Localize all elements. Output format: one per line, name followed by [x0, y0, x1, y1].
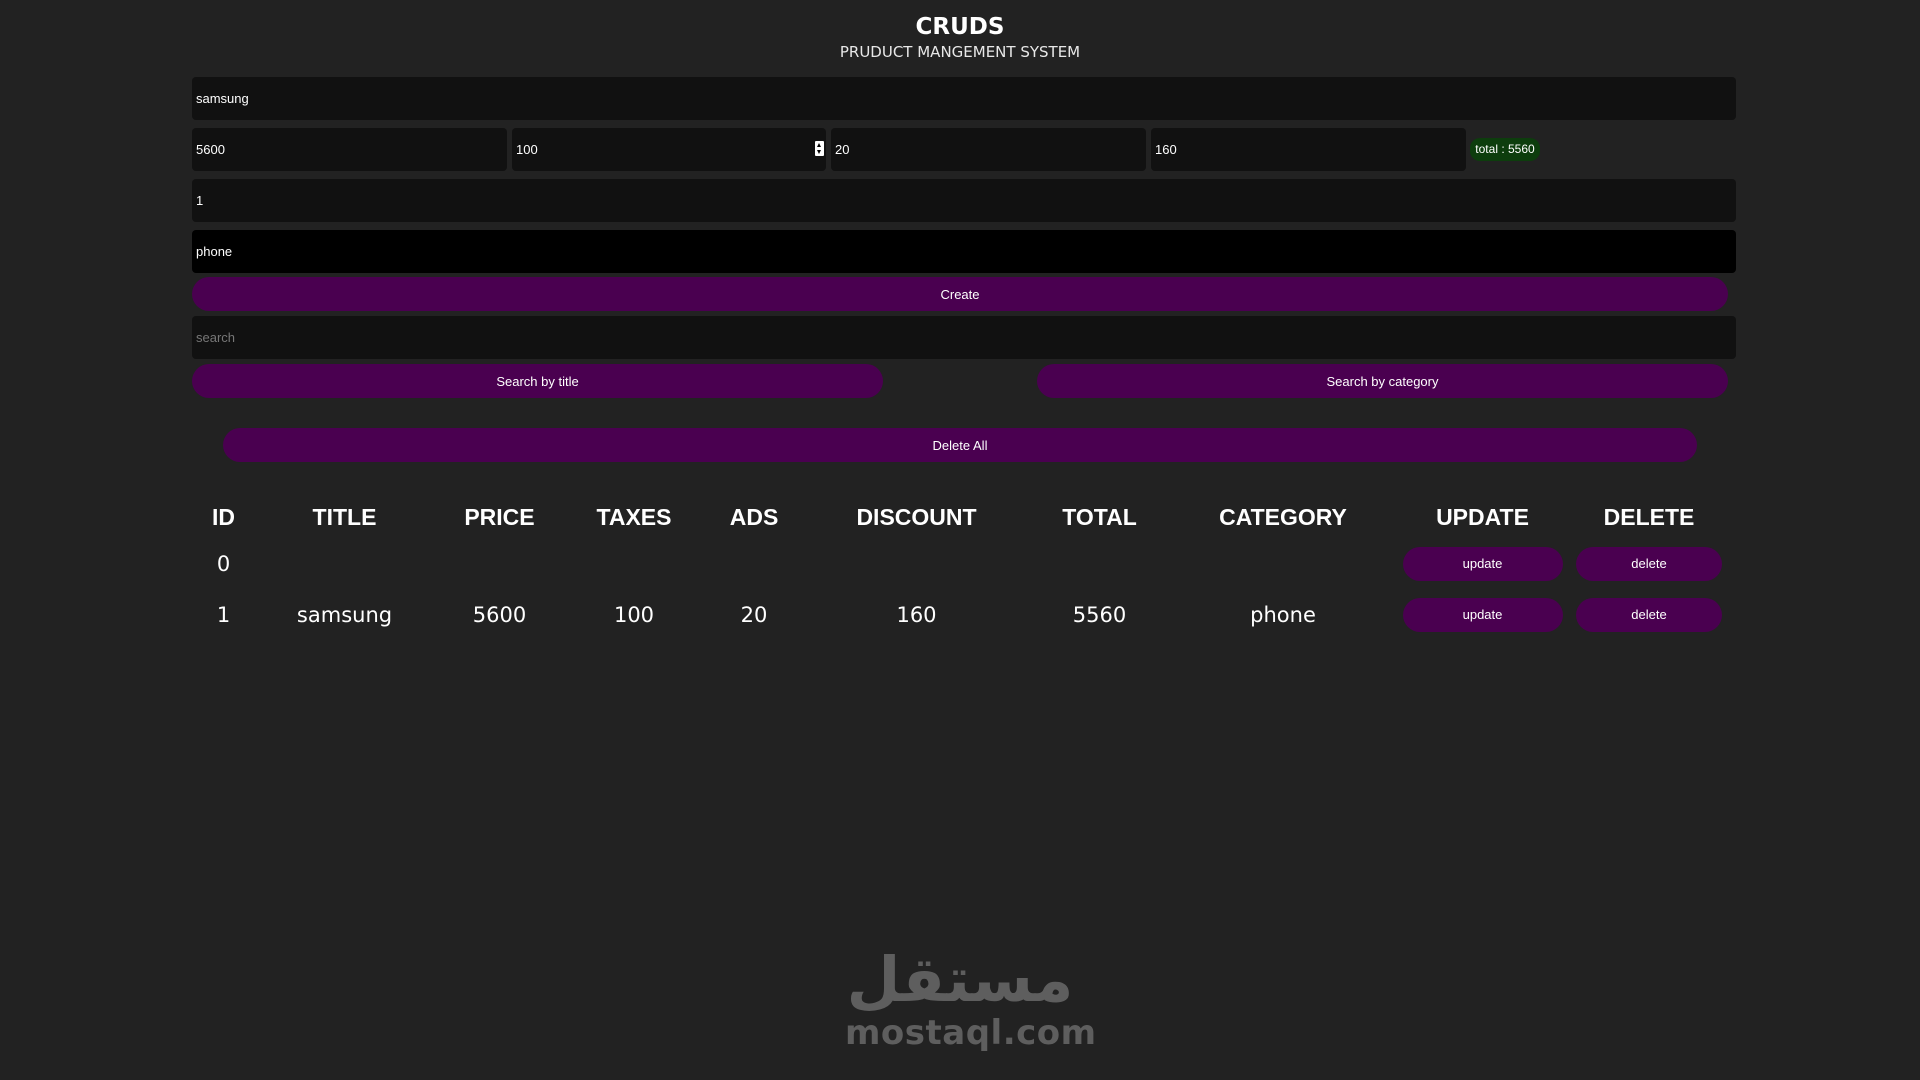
search-input[interactable]: [192, 316, 1736, 359]
cell-discount: 160: [896, 602, 937, 627]
search-by-category-button[interactable]: Search by category: [1037, 364, 1728, 398]
delete-button[interactable]: delete: [1576, 546, 1722, 581]
cell-title: [255, 538, 434, 589]
cell-total: 5560: [1072, 602, 1127, 627]
header-title: TITLE: [312, 503, 377, 530]
header-ads: ADS: [729, 503, 779, 530]
header-price: PRICE: [464, 503, 535, 530]
products-table: ID TITLE PRICE TAXES ADS DISCOUNT TOTAL …: [192, 496, 1728, 640]
cell-update: update: [1395, 538, 1570, 589]
table-row: 0 update delete: [192, 538, 1728, 589]
watermark-arabic: مستقل: [846, 943, 1074, 1016]
cell-taxes: 100: [613, 602, 655, 627]
header-discount: DISCOUNT: [856, 503, 977, 530]
update-button[interactable]: update: [1402, 546, 1563, 581]
category-input[interactable]: [192, 230, 1736, 273]
cell-id: 0: [216, 551, 231, 576]
app-title: CRUDS: [915, 14, 1005, 40]
cell-total: [1028, 538, 1171, 589]
cell-update: update: [1395, 589, 1570, 640]
app-subtitle: PRUDUCT MANGEMENT SYSTEM: [839, 43, 1081, 61]
cell-ads: [703, 538, 805, 589]
header-delete: DELETE: [1603, 503, 1695, 530]
search-by-title-button[interactable]: Search by title: [192, 364, 883, 398]
table-header-row: ID TITLE PRICE TAXES ADS DISCOUNT TOTAL …: [192, 496, 1728, 538]
cell-title: samsung: [296, 602, 393, 627]
ads-input[interactable]: [831, 128, 1146, 171]
cell-delete: delete: [1570, 538, 1728, 589]
header-taxes: TAXES: [596, 503, 672, 530]
header-update: UPDATE: [1436, 503, 1529, 530]
header-id: ID: [212, 503, 235, 530]
delete-all-button[interactable]: Delete All: [223, 428, 1697, 462]
watermark-latin: mostaql.com: [845, 1013, 1097, 1053]
taxes-input[interactable]: [512, 128, 826, 171]
cell-discount: [805, 538, 1028, 589]
table-row: 1 samsung 5600 100 20 160 5560 phone upd…: [192, 589, 1728, 640]
header-total: TOTAL: [1062, 503, 1137, 530]
app-header: CRUDS PRUDUCT MANGEMENT SYSTEM: [0, 12, 1920, 62]
cell-id: 1: [216, 602, 231, 627]
update-button[interactable]: update: [1402, 597, 1563, 632]
cell-delete: delete: [1570, 589, 1728, 640]
cell-price: 5600: [472, 602, 527, 627]
cell-category: phone: [1250, 602, 1316, 627]
create-button[interactable]: Create: [192, 277, 1728, 311]
number-spinner-icon[interactable]: [815, 141, 824, 156]
total-badge: total : 5560: [1470, 138, 1540, 161]
cell-taxes: [565, 538, 703, 589]
mostaql-watermark: مستقل mostaql.com: [845, 943, 1097, 1053]
cell-category: [1171, 538, 1395, 589]
discount-input[interactable]: [1151, 128, 1466, 171]
crud-app: CRUDS PRUDUCT MANGEMENT SYSTEM total : 5…: [0, 0, 1920, 1080]
delete-button[interactable]: delete: [1576, 597, 1722, 632]
cell-ads: 20: [740, 602, 768, 627]
count-input[interactable]: [192, 179, 1736, 222]
title-input[interactable]: [192, 77, 1736, 120]
cell-price: [434, 538, 565, 589]
header-category: CATEGORY: [1219, 503, 1347, 530]
price-input[interactable]: [192, 128, 507, 171]
